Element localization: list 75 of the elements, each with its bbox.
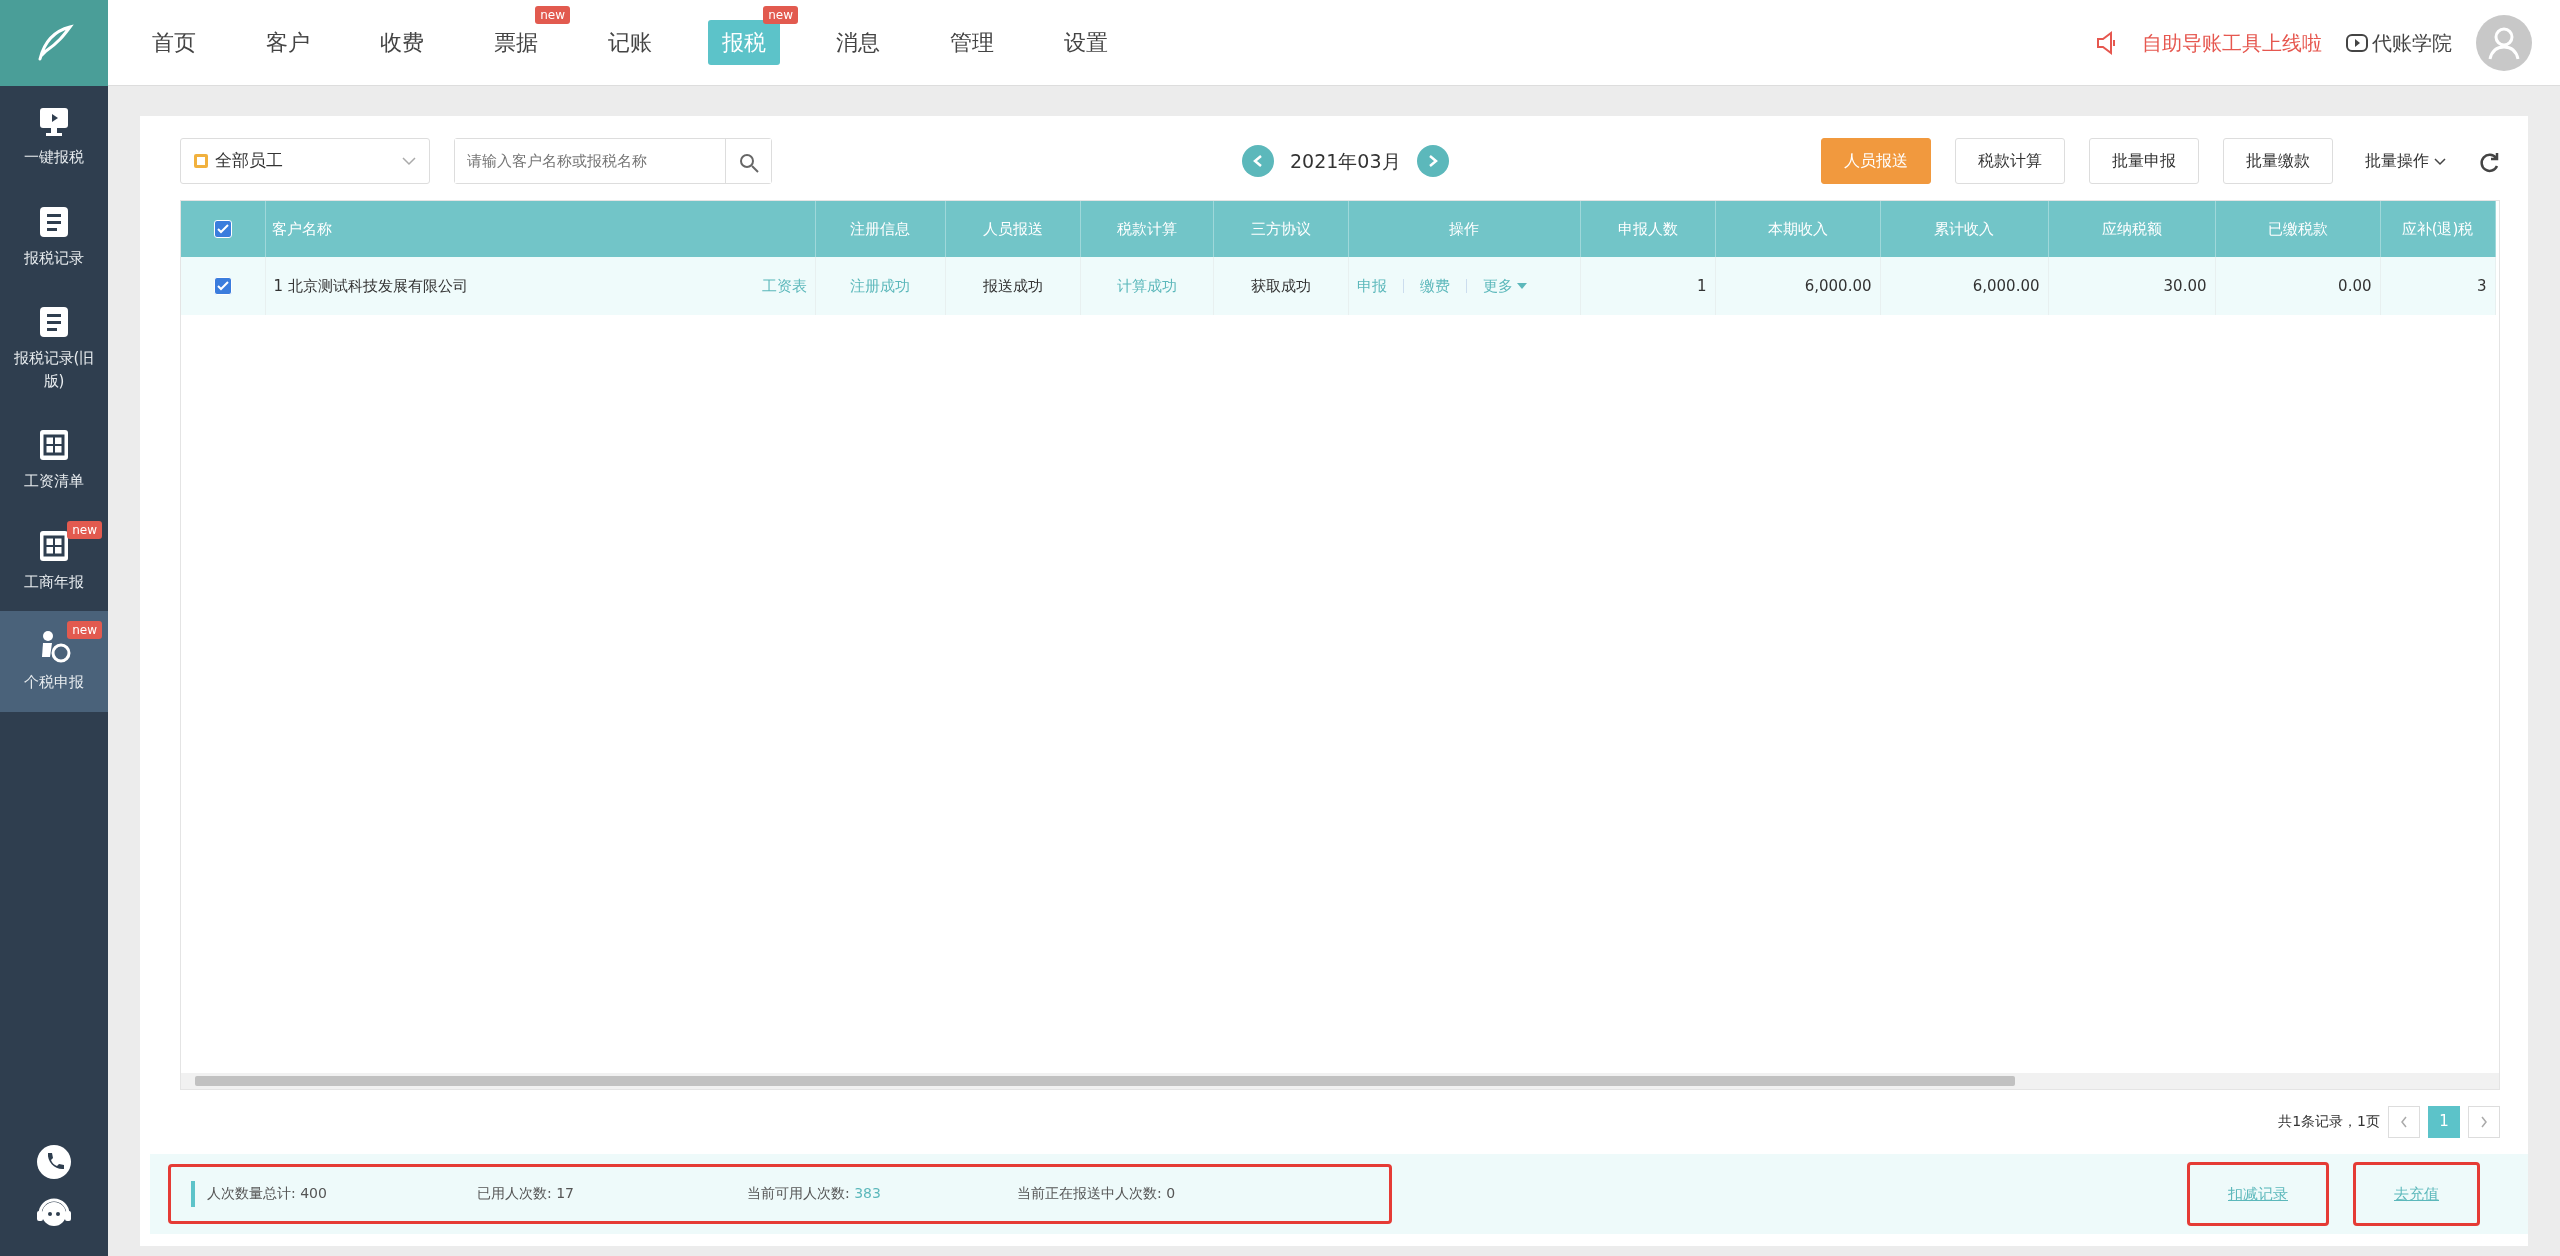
avatar[interactable] [2476, 14, 2532, 71]
new-badge: new [67, 520, 102, 539]
next-page-button[interactable] [2468, 1105, 2500, 1138]
column-header: 累计收入 [1880, 201, 2048, 257]
folder-icon [193, 153, 209, 169]
table-cell: 获取成功 [1250, 276, 1311, 295]
scroll-thumb[interactable] [195, 1075, 2015, 1086]
search-field[interactable]: 请输入客户名称或报税名称 [454, 138, 772, 184]
checkbox[interactable] [213, 276, 232, 295]
column-header: 人员报送 [945, 201, 1080, 257]
previous-page-button[interactable] [2388, 1105, 2420, 1138]
sidebar-item[interactable]: 工资清单 [0, 410, 108, 511]
column-header: 应纳税额 [2048, 201, 2215, 257]
column-header: 本期收入 [1715, 201, 1880, 257]
sidebar-item[interactable]: 一键报税 [0, 86, 108, 187]
sheet-icon [38, 428, 70, 462]
notice-link[interactable]: 自助导账工具上线啦 [2142, 27, 2322, 58]
academy-link[interactable]: 代账学院 [2372, 27, 2452, 58]
stat-text: 人次数量总计: 400 [207, 1184, 328, 1204]
column-header: 已缴税款 [2215, 201, 2380, 257]
toolbar-button[interactable]: 批量缴款 [2222, 138, 2333, 184]
nav-tab[interactable]: 记账 [594, 20, 666, 65]
search-button[interactable] [725, 139, 771, 183]
speaker-icon [2096, 29, 2118, 56]
previous-month-button[interactable] [1242, 145, 1274, 177]
column-header: 客户名称 [265, 201, 815, 257]
document-icon [38, 204, 70, 239]
sheet-icon [38, 528, 70, 563]
new-badge: new [535, 6, 570, 24]
table-cell: 3 [2476, 276, 2487, 295]
table-cell: 报送成功 [982, 276, 1043, 295]
toolbar-button[interactable]: 税款计算 [1954, 138, 2065, 184]
nav-tab[interactable]: 首页 [138, 20, 210, 65]
sidebar-item[interactable]: 报税记录(旧版) [0, 287, 108, 410]
toolbar-button[interactable]: 批量申报 [2088, 138, 2199, 184]
next-month-button[interactable] [1416, 145, 1449, 177]
table-cell-text: 1 北京测试科技发展有限公司 [273, 275, 468, 297]
accent-bar [191, 1180, 195, 1207]
column-header: 操作 [1348, 201, 1580, 257]
column-header: 税款计算 [1080, 201, 1213, 257]
column-header: 注册信息 [815, 201, 945, 257]
table-cell: 6,000.00 [1972, 276, 2040, 295]
phone-icon[interactable] [36, 1144, 72, 1180]
staff-dropdown[interactable]: 全部员工 [180, 138, 430, 184]
table-cell: 1 [1696, 276, 1707, 295]
horizontal-scrollbar[interactable] [181, 1072, 2499, 1089]
table-cell: 6,000.00 [1804, 276, 1872, 295]
sidebar-item[interactable]: 报税记录 [0, 186, 108, 287]
chevron-down-icon [401, 156, 417, 166]
table-cell: 0.00 [2338, 276, 2372, 295]
nav-tab[interactable]: 设置 [1050, 20, 1122, 65]
new-badge: new [67, 621, 102, 639]
stat-text: 当前正在报送中人次数: 0 [1017, 1184, 1177, 1204]
nav-tab[interactable]: 客户 [252, 20, 324, 65]
chevron-left-icon [1252, 154, 1264, 168]
nav-tab[interactable]: 消息 [822, 20, 894, 65]
stat-text: 已用人次数: 17 [477, 1184, 575, 1204]
nav-tab[interactable]: 收费 [366, 20, 438, 65]
search-icon [738, 152, 759, 173]
nav-tab[interactable]: 管理 [936, 20, 1008, 65]
chevron-left-icon [2400, 1115, 2408, 1128]
chevron-down-icon [2434, 157, 2446, 166]
stat-text: 当前可用人次数: 383 [747, 1184, 882, 1204]
document-icon [38, 305, 70, 339]
column-header: 申报人数 [1580, 201, 1715, 257]
caret-icon [1517, 283, 1528, 290]
chevron-right-icon [2480, 1115, 2488, 1128]
checkbox[interactable] [213, 219, 232, 238]
column-header: 三方协议 [1213, 201, 1348, 257]
play-icon [2346, 32, 2368, 53]
column-header: 应补(退)税 [2380, 201, 2495, 257]
new-badge: new [763, 6, 798, 24]
record-summary: 共1条记录，1页 [2278, 1112, 2380, 1131]
table-cell: 30.00 [2163, 276, 2207, 295]
period-label: 2021年03月 [1290, 148, 1401, 174]
